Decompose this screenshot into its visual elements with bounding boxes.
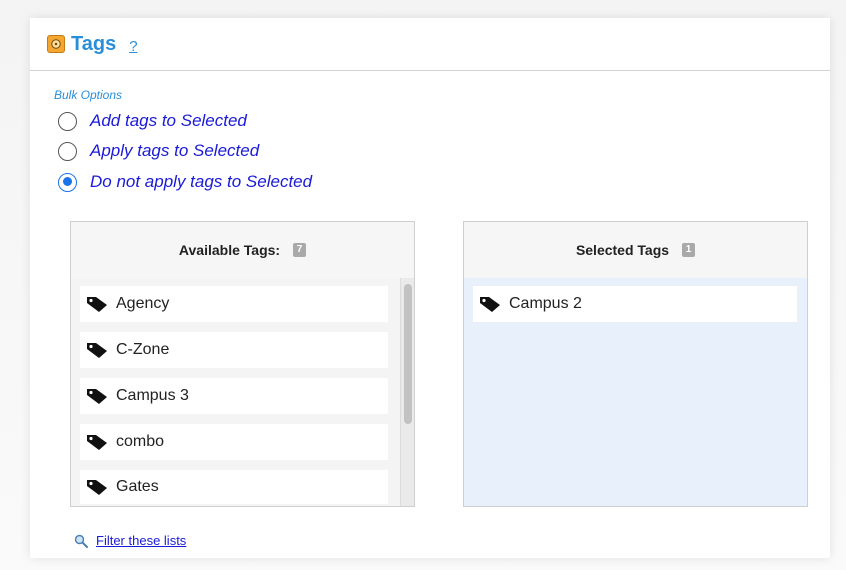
- tag-icon: [87, 480, 107, 495]
- list-item[interactable]: combo: [80, 424, 388, 460]
- filter-lists-link[interactable]: Filter these lists: [96, 533, 186, 548]
- radio-button[interactable]: [58, 141, 77, 161]
- available-tags-box: Available Tags: 7 Agency C-Zone Campus 3…: [70, 221, 415, 507]
- tag-label: C-Zone: [116, 341, 170, 358]
- tags-panel: Tags ? Bulk Options Add tags to Selected…: [30, 18, 830, 558]
- selected-tags-list[interactable]: Campus 2: [464, 278, 807, 506]
- tag-label: combo: [116, 433, 165, 450]
- tag-icon: [87, 343, 107, 358]
- panel-header: Tags ?: [30, 18, 830, 71]
- available-tags-list[interactable]: Agency C-Zone Campus 3 combo Gates: [71, 278, 414, 506]
- tag-label: Agency: [116, 295, 170, 312]
- bulk-options-label: Bulk Options: [54, 88, 123, 102]
- tag-icon: [87, 297, 107, 312]
- radio-button-checked[interactable]: [58, 172, 77, 192]
- tag-label: Gates: [116, 478, 159, 495]
- tag-label: Campus 2: [509, 295, 582, 312]
- radio-label[interactable]: Do not apply tags to Selected: [90, 172, 312, 192]
- magnifier-icon: [74, 534, 88, 548]
- list-item[interactable]: Agency: [80, 286, 388, 322]
- available-tags-header: Available Tags: 7: [71, 222, 414, 278]
- tag-icon: [87, 389, 107, 404]
- radio-apply-tags[interactable]: Apply tags to Selected: [58, 141, 259, 161]
- filter-row[interactable]: Filter these lists: [74, 533, 186, 548]
- selected-tags-box: Selected Tags 1 Campus 2: [463, 221, 808, 507]
- available-count-badge: 7: [293, 243, 307, 257]
- radio-add-tags[interactable]: Add tags to Selected: [58, 111, 247, 131]
- radio-do-not-apply[interactable]: Do not apply tags to Selected: [58, 172, 312, 192]
- radio-button[interactable]: [58, 111, 77, 131]
- list-item[interactable]: Gates: [80, 470, 388, 504]
- list-item[interactable]: C-Zone: [80, 332, 388, 368]
- page-title: Tags: [71, 32, 117, 55]
- list-item[interactable]: Campus 2: [473, 286, 797, 322]
- tag-section-icon: [47, 35, 65, 53]
- tag-icon: [87, 435, 107, 450]
- help-link[interactable]: ?: [129, 38, 137, 55]
- tag-label: Campus 3: [116, 387, 189, 404]
- radio-label[interactable]: Apply tags to Selected: [90, 141, 259, 161]
- selected-tags-title: Selected Tags: [575, 242, 670, 258]
- selected-tags-header: Selected Tags 1: [464, 222, 807, 278]
- radio-label[interactable]: Add tags to Selected: [90, 111, 247, 131]
- list-scrollbar[interactable]: [400, 278, 414, 506]
- selected-count-badge: 1: [682, 243, 696, 257]
- scrollbar-thumb[interactable]: [404, 284, 412, 424]
- available-tags-title: Available Tags:: [178, 242, 281, 258]
- list-item[interactable]: Campus 3: [80, 378, 388, 414]
- tag-icon: [480, 297, 500, 312]
